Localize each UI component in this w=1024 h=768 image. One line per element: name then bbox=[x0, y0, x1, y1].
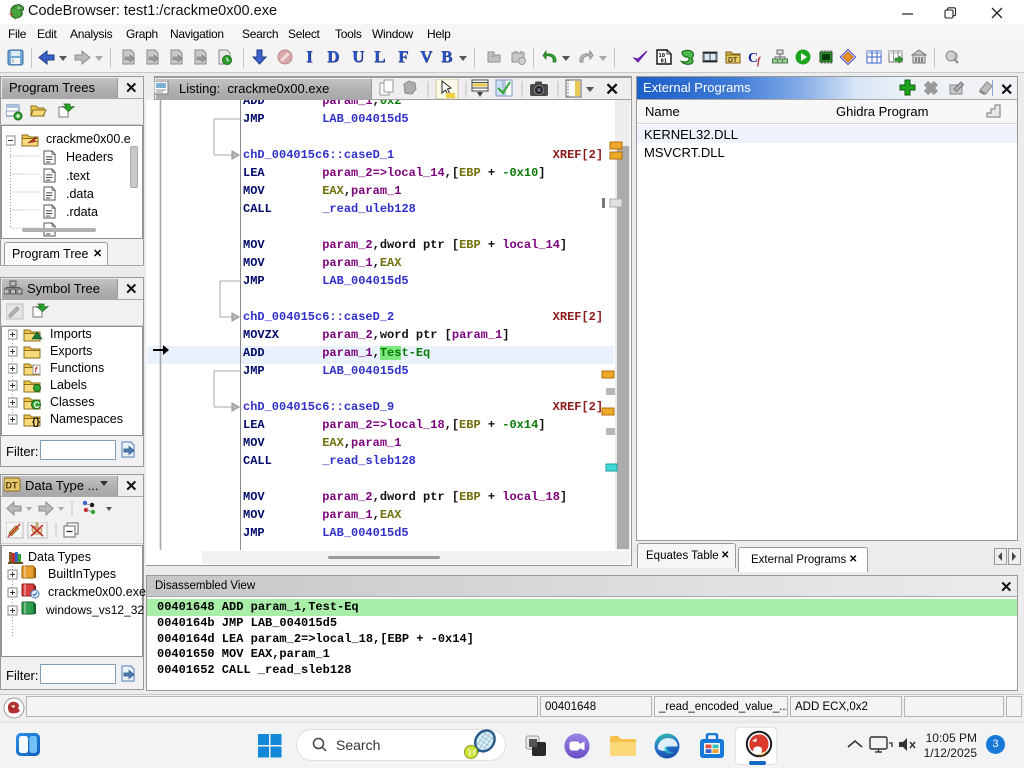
svg-text:DT: DT bbox=[728, 57, 738, 64]
svg-text:DT: DT bbox=[6, 481, 18, 491]
svg-text:{}: {} bbox=[32, 417, 40, 428]
svg-text:01: 01 bbox=[661, 59, 668, 65]
svg-text:f: f bbox=[757, 56, 762, 67]
svg-text:C: C bbox=[34, 400, 41, 410]
